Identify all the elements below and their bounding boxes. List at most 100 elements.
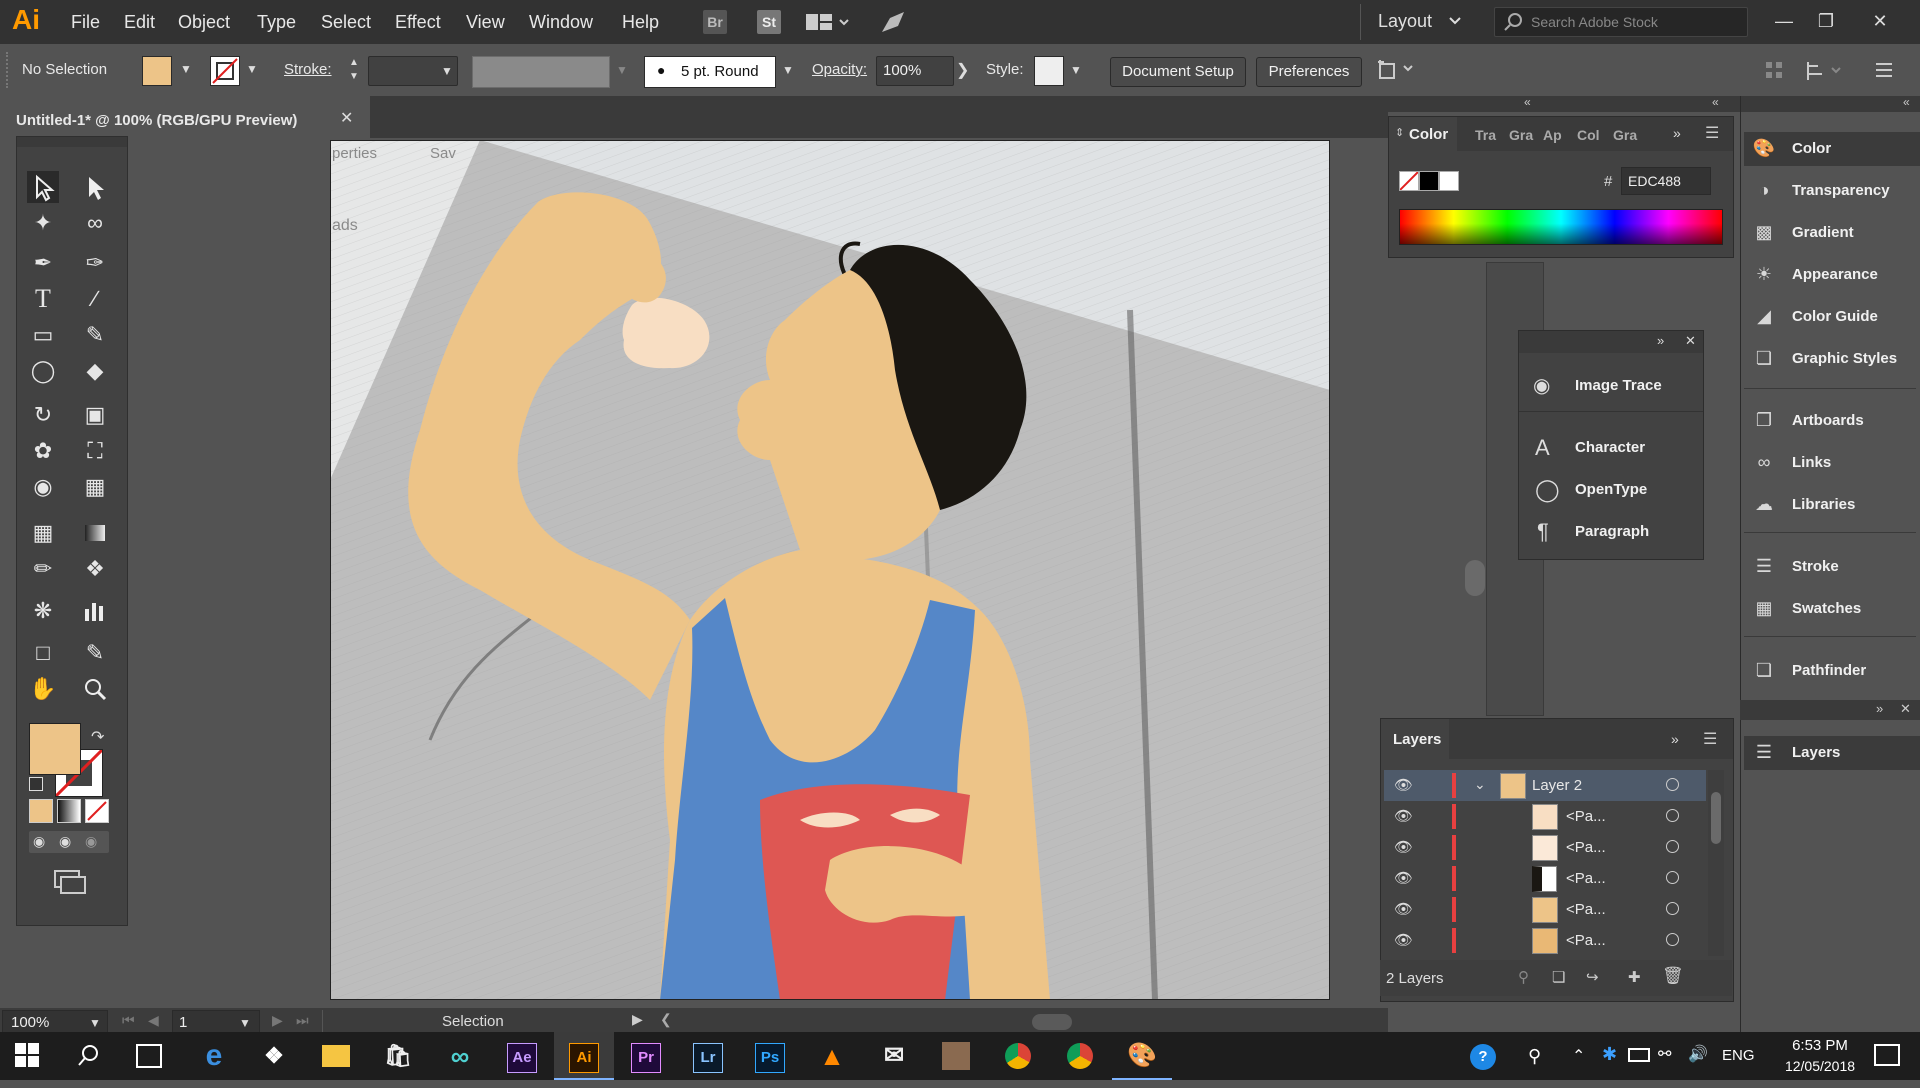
trash-icon[interactable]: 🗑: [1662, 966, 1684, 986]
dock-libraries[interactable]: ☁ Libraries: [1744, 488, 1920, 522]
chevron-down-icon[interactable]: ▼: [782, 63, 794, 77]
eraser-tool-icon[interactable]: ◆: [79, 355, 111, 387]
store-icon[interactable]: 🛍: [368, 1032, 428, 1080]
preferences-button[interactable]: Preferences: [1256, 57, 1362, 87]
panel-menu-icon[interactable]: [1874, 60, 1894, 84]
clock-time[interactable]: 6:53 PM: [1780, 1037, 1860, 1054]
stock-button[interactable]: St: [757, 10, 781, 34]
chevron-right-icon[interactable]: ❯: [956, 60, 969, 80]
black-swatch[interactable]: [1419, 171, 1439, 191]
clock-date[interactable]: 12/05/2018: [1772, 1058, 1868, 1074]
status-menu-arrow-icon[interactable]: ▶: [632, 1011, 643, 1028]
dock-gradient[interactable]: ▩ Gradient: [1744, 216, 1920, 250]
dock-graphic-styles[interactable]: ❏ Graphic Styles: [1744, 342, 1920, 376]
file-explorer-icon[interactable]: [306, 1032, 366, 1080]
minimize-button[interactable]: —: [1764, 6, 1804, 36]
dock-appearance[interactable]: ☀ Appearance: [1744, 258, 1920, 292]
close-panel-icon[interactable]: ✕: [1685, 333, 1696, 349]
shape-builder-tool-icon[interactable]: ◉: [27, 471, 59, 503]
chevron-up-icon[interactable]: ⌃: [1572, 1046, 1585, 1066]
dock-layers[interactable]: ☰ Layers: [1744, 736, 1920, 770]
layer-row-path[interactable]: 👁 <Pa...: [1384, 925, 1706, 956]
column-graph-tool-icon[interactable]: [79, 595, 111, 627]
menu-view[interactable]: View: [466, 12, 505, 33]
collapse-icon[interactable]: «: [1712, 95, 1719, 109]
distribute-icon[interactable]: [1804, 60, 1844, 86]
lightroom-icon[interactable]: Lr: [678, 1032, 738, 1080]
menu-select[interactable]: Select: [321, 12, 371, 33]
close-tab-icon[interactable]: ✕: [340, 108, 353, 128]
path-name[interactable]: <Pa...: [1566, 901, 1606, 918]
transform-icon[interactable]: [1376, 58, 1416, 86]
draw-normal-icon[interactable]: ◉: [33, 833, 45, 850]
hand-tool-icon[interactable]: ✋: [27, 673, 59, 705]
bridge-button[interactable]: Br: [703, 10, 727, 34]
hex-field[interactable]: EDC488: [1621, 167, 1711, 195]
visibility-eye-icon[interactable]: 👁: [1394, 776, 1413, 794]
collapse-icon[interactable]: «: [1524, 95, 1531, 109]
input-language[interactable]: ENG: [1722, 1047, 1755, 1064]
dock-swatches[interactable]: ▦ Swatches: [1744, 592, 1920, 626]
fill-color-swatch[interactable]: [29, 723, 81, 775]
dock-pathfinder[interactable]: ❏ Pathfinder: [1744, 654, 1920, 688]
horizontal-scrollbar[interactable]: [680, 1014, 1440, 1030]
zoom-tool-icon[interactable]: [79, 673, 111, 705]
opacity-label[interactable]: Opacity:: [812, 61, 867, 78]
path-name[interactable]: <Pa...: [1566, 808, 1606, 825]
rotate-tool-icon[interactable]: ↻: [27, 399, 59, 431]
curvature-tool-icon[interactable]: ✑: [79, 247, 111, 279]
color-spectrum[interactable]: [1399, 209, 1723, 245]
scrollbar-thumb[interactable]: [1711, 792, 1721, 844]
layer-name[interactable]: Layer 2: [1532, 777, 1582, 794]
image-trace-item[interactable]: ◉ Image Trace: [1519, 365, 1703, 405]
dock-transparency[interactable]: ◑ Transparency: [1744, 174, 1920, 208]
layers-scrollbar[interactable]: [1708, 770, 1724, 956]
help-icon[interactable]: ?: [1470, 1044, 1496, 1070]
menu-window[interactable]: Window: [529, 12, 593, 33]
zoom-field[interactable]: 100% ▼: [2, 1010, 108, 1034]
menu-file[interactable]: File: [71, 12, 100, 33]
document-tab[interactable]: Untitled-1* @ 100% (RGB/GPU Preview) ✕: [0, 96, 370, 138]
type-tool-icon[interactable]: T: [27, 283, 59, 315]
wifi-icon[interactable]: ⚯: [1658, 1044, 1671, 1064]
floating-panel-header[interactable]: » ✕: [1519, 331, 1703, 353]
dropbox-icon[interactable]: ❖: [244, 1032, 304, 1080]
layer-row-path[interactable]: 👁 <Pa...: [1384, 832, 1706, 863]
layer-row-path[interactable]: 👁 <Pa...: [1384, 894, 1706, 925]
scroll-left-icon[interactable]: ❮: [660, 1011, 672, 1028]
expand-dock-icon[interactable]: «: [1903, 95, 1910, 109]
battery-icon[interactable]: [1628, 1048, 1650, 1062]
path-name[interactable]: <Pa...: [1566, 839, 1606, 856]
gradient-tool-icon[interactable]: [79, 517, 111, 549]
fill-swatch[interactable]: [142, 56, 172, 86]
visibility-eye-icon[interactable]: 👁: [1394, 807, 1413, 825]
variable-width-profile[interactable]: [472, 56, 610, 88]
dock-stroke[interactable]: ☰ Stroke: [1744, 550, 1920, 584]
slice-tool-icon[interactable]: ✎: [79, 637, 111, 669]
stroke-stepper[interactable]: ▲ ▼: [346, 56, 362, 84]
perspective-grid-tool-icon[interactable]: ▦: [79, 471, 111, 503]
new-layer-icon[interactable]: ✚: [1628, 968, 1641, 986]
paint-icon[interactable]: 🎨: [1112, 1032, 1172, 1080]
magic-wand-tool-icon[interactable]: ✦: [27, 207, 59, 239]
pen-tool-icon[interactable]: ✒: [27, 247, 59, 279]
color-fill-indicator[interactable]: [1399, 171, 1419, 191]
dock-links[interactable]: ∞ Links: [1744, 446, 1920, 480]
target-circle-icon[interactable]: [1666, 778, 1679, 791]
artboard[interactable]: perties Sav ads: [330, 140, 1330, 1000]
screen-mode-icon[interactable]: [53, 867, 89, 899]
default-fill-stroke-icon[interactable]: [29, 777, 43, 791]
after-effects-icon[interactable]: Ae: [492, 1032, 552, 1080]
layer-row-path[interactable]: 👁 <Pa...: [1384, 801, 1706, 832]
document-setup-button[interactable]: Document Setup: [1110, 57, 1246, 87]
close-panel-icon[interactable]: ✕: [1900, 701, 1911, 717]
target-circle-icon[interactable]: [1666, 871, 1679, 884]
stroke-label[interactable]: Stroke:: [284, 61, 332, 78]
dock-color-guide[interactable]: ◢ Color Guide: [1744, 300, 1920, 334]
draw-mode-buttons[interactable]: ◉ ◉ ◉: [29, 831, 109, 853]
white-swatch[interactable]: [1439, 171, 1459, 191]
artboard-tool-icon[interactable]: □: [27, 637, 59, 669]
chevron-down-icon[interactable]: ▼: [1070, 63, 1082, 77]
mesh-tool-icon[interactable]: ▦: [27, 517, 59, 549]
edge-icon[interactable]: e: [184, 1032, 244, 1080]
